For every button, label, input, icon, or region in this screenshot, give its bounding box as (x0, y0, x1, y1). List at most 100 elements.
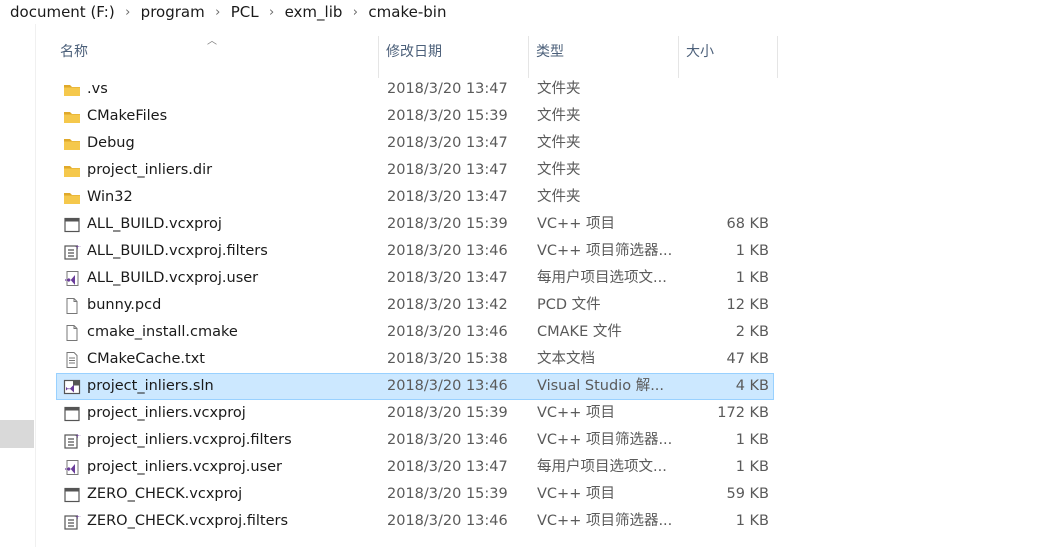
file-date-modified: 2018/3/20 15:39 (387, 216, 508, 232)
file-date-modified: 2018/3/20 15:39 (387, 405, 508, 421)
file-name: cmake_install.cmake (87, 324, 238, 340)
chevron-right-icon[interactable]: › (211, 5, 225, 20)
file-type: 文件夹 (537, 189, 581, 205)
file-list: .vs 2018/3/20 13:47 文件夹 CMakeFiles 2018/3/20… (56, 76, 774, 535)
file-row[interactable]: ALL_BUILD.vcxproj 2018/3/20 15:39 VC++ 项目 6… (56, 211, 774, 238)
file-date-modified: 2018/3/20 13:47 (387, 162, 508, 178)
file-name: ZERO_CHECK.vcxproj (87, 486, 243, 502)
file-type: VC++ 项目 (537, 216, 615, 232)
file-row[interactable]: Win32 2018/3/20 13:47 文件夹 (56, 184, 774, 211)
file-row[interactable]: ZERO_CHECK.vcxproj 2018/3/20 15:39 VC++ 项目… (56, 481, 774, 508)
file-date-modified: 2018/3/20 13:46 (387, 378, 508, 394)
file-row[interactable]: bunny.pcd 2018/3/20 13:42 PCD 文件 12 KB (56, 292, 774, 319)
column-header-name[interactable]: 名称 (60, 42, 88, 62)
file-name: ALL_BUILD.vcxproj.filters (87, 243, 268, 259)
column-divider[interactable] (528, 36, 529, 78)
breadcrumb-item-pcl[interactable]: PCL (225, 3, 265, 21)
file-name: project_inliers.sln (87, 378, 214, 394)
pane-divider[interactable] (35, 24, 36, 547)
column-divider[interactable] (678, 36, 679, 78)
file-row[interactable]: ++ ZERO_CHECK.vcxproj.filters 2018/3/20 13… (56, 508, 774, 535)
file-size: 1 KB (735, 270, 769, 286)
file-row[interactable]: project_inliers.vcxproj.user 2018/3/20 13… (56, 454, 774, 481)
file-type: 文件夹 (537, 108, 581, 124)
file-row[interactable]: Debug 2018/3/20 13:47 文件夹 (56, 130, 774, 157)
column-header-type[interactable]: 类型 (536, 42, 564, 62)
file-row[interactable]: ++ ALL_BUILD.vcxproj.filters 2018/3/20 13:… (56, 238, 774, 265)
file-name: project_inliers.vcxproj.filters (87, 432, 292, 448)
file-date-modified: 2018/3/20 13:46 (387, 432, 508, 448)
file-date-modified: 2018/3/20 13:47 (387, 81, 508, 97)
column-header-date[interactable]: 修改日期 (386, 42, 442, 62)
file-size: 59 KB (726, 486, 769, 502)
file-name: .vs (87, 81, 108, 97)
file-name: project_inliers.vcxproj (87, 405, 246, 421)
file-date-modified: 2018/3/20 13:47 (387, 459, 508, 475)
file-type: VC++ 项目筛选器... (537, 243, 673, 259)
vs-user-icon (63, 459, 81, 477)
file-date-modified: 2018/3/20 13:46 (387, 243, 508, 259)
file-size: 68 KB (726, 216, 769, 232)
file-row[interactable]: CMakeCache.txt 2018/3/20 15:38 文本文档 47 KB (56, 346, 774, 373)
file-date-modified: 2018/3/20 15:39 (387, 486, 508, 502)
file-name: ZERO_CHECK.vcxproj.filters (87, 513, 289, 529)
file-name: project_inliers.vcxproj.user (87, 459, 283, 475)
file-date-modified: 2018/3/20 13:42 (387, 297, 508, 313)
sln-icon (63, 378, 81, 396)
column-divider[interactable] (378, 36, 379, 78)
file-size: 47 KB (726, 351, 769, 367)
file-size: 1 KB (735, 243, 769, 259)
file-name: CMakeCache.txt (87, 351, 205, 367)
file-type: 文本文档 (537, 351, 595, 367)
file-row[interactable]: CMakeFiles 2018/3/20 15:39 文件夹 (56, 103, 774, 130)
file-type: Visual Studio 解... (537, 378, 665, 394)
file-type: 每用户项目选项文... (537, 270, 667, 286)
vcxproj-icon (63, 216, 81, 234)
file-type: 文件夹 (537, 81, 581, 97)
sort-ascending-icon: ︿ (207, 36, 217, 47)
file-size: 12 KB (726, 297, 769, 313)
vs-user-icon (63, 270, 81, 288)
file-date-modified: 2018/3/20 13:47 (387, 189, 508, 205)
file-type: VC++ 项目筛选器... (537, 432, 673, 448)
chevron-right-icon[interactable]: › (121, 5, 135, 20)
chevron-right-icon[interactable]: › (348, 5, 362, 20)
file-size: 1 KB (735, 432, 769, 448)
breadcrumb-item-program[interactable]: program (135, 3, 211, 21)
file-row[interactable]: ++ project_inliers.vcxproj.filters 2018/3/… (56, 427, 774, 454)
chevron-right-icon[interactable]: › (265, 5, 279, 20)
breadcrumb-item-drive[interactable]: document (F:) (0, 3, 121, 21)
file-date-modified: 2018/3/20 13:46 (387, 324, 508, 340)
breadcrumb-item-exm-lib[interactable]: exm_lib (279, 3, 349, 21)
nav-selected-item[interactable] (0, 420, 34, 448)
file-date-modified: 2018/3/20 15:38 (387, 351, 508, 367)
vcxproj-filters-icon: ++ (63, 432, 85, 450)
file-size: 2 KB (735, 324, 769, 340)
file-type: VC++ 项目 (537, 486, 615, 502)
file-row[interactable]: cmake_install.cmake 2018/3/20 13:46 CMAKE … (56, 319, 774, 346)
file-name: project_inliers.dir (87, 162, 213, 178)
file-type: CMAKE 文件 (537, 324, 622, 340)
file-name: Debug (87, 135, 135, 151)
file-type: VC++ 项目 (537, 405, 615, 421)
breadcrumb: document (F:) › program › PCL › exm_lib … (0, 0, 1062, 24)
folder-icon (63, 108, 81, 126)
file-type: PCD 文件 (537, 297, 601, 313)
svg-text:++: ++ (75, 433, 81, 440)
file-row[interactable]: ALL_BUILD.vcxproj.user 2018/3/20 13:47 每用户… (56, 265, 774, 292)
column-header-size[interactable]: 大小 (686, 42, 714, 62)
column-header: ︿ 名称 修改日期 类型 大小 (36, 24, 1062, 78)
navigation-pane[interactable] (0, 24, 36, 547)
column-divider[interactable] (777, 36, 778, 78)
breadcrumb-item-cmake-bin[interactable]: cmake-bin (362, 3, 452, 21)
folder-icon (63, 189, 81, 207)
file-size: 1 KB (735, 513, 769, 529)
file-date-modified: 2018/3/20 13:46 (387, 513, 508, 529)
file-date-modified: 2018/3/20 13:47 (387, 270, 508, 286)
file-row[interactable]: project_inliers.dir 2018/3/20 13:47 文件夹 (56, 157, 774, 184)
file-row[interactable]: project_inliers.sln 2018/3/20 13:46 Visual… (56, 373, 774, 400)
vcxproj-filters-icon: ++ (63, 243, 85, 261)
file-type: 文件夹 (537, 162, 581, 178)
file-row[interactable]: .vs 2018/3/20 13:47 文件夹 (56, 76, 774, 103)
file-row[interactable]: project_inliers.vcxproj 2018/3/20 15:39 VC… (56, 400, 774, 427)
